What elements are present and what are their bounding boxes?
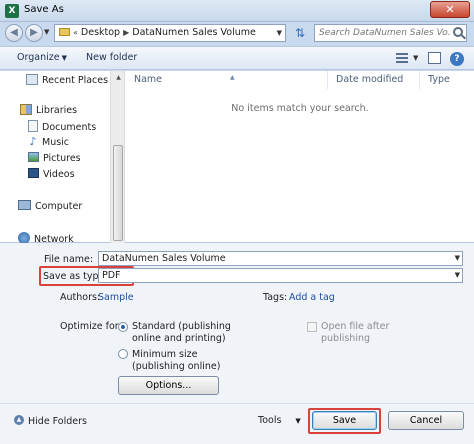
- crumb-desktop[interactable]: Desktop: [81, 27, 120, 38]
- command-bar: Organize ▼ New folder ▼ ?: [0, 46, 474, 70]
- nav-network[interactable]: Network: [18, 232, 74, 243]
- minimum-size-radio[interactable]: [118, 349, 128, 359]
- nav-scrollbar[interactable]: ▲: [110, 71, 125, 243]
- open-after-label: Open file after: [321, 321, 390, 332]
- window-title: Save As: [24, 4, 64, 15]
- documents-icon: [28, 120, 38, 132]
- nav-label: Documents: [42, 122, 97, 133]
- refresh-button[interactable]: ⇅: [290, 24, 310, 42]
- nav-label: Pictures: [43, 153, 81, 164]
- music-note-icon: ♪: [29, 135, 37, 148]
- computer-icon: [18, 200, 31, 210]
- address-dropdown-icon[interactable]: ▼: [277, 25, 282, 41]
- optimize-label: Optimize for:: [60, 321, 122, 332]
- nav-label: Videos: [43, 169, 75, 180]
- file-name-label: File name:: [44, 254, 94, 265]
- nav-pictures[interactable]: Pictures: [28, 152, 81, 164]
- nav-recent-places[interactable]: Recent Places: [26, 74, 108, 86]
- help-icon[interactable]: ?: [450, 52, 464, 66]
- chevron-up-icon[interactable]: ▲: [14, 415, 24, 425]
- preview-pane-icon[interactable]: [428, 52, 441, 64]
- forward-button[interactable]: ▶: [25, 24, 43, 42]
- column-header-name[interactable]: Name ▲: [126, 71, 328, 89]
- search-box[interactable]: [314, 24, 467, 42]
- organize-label: Organize: [17, 52, 60, 63]
- address-bar: ◀ ▶ ▼ «Desktop ▶ DataNumen Sales Volume ▼ …: [0, 22, 474, 44]
- chevron-down-icon: ▼: [61, 54, 67, 62]
- nav-documents[interactable]: Documents: [28, 120, 96, 133]
- empty-message: No items match your search.: [231, 103, 369, 114]
- minimum-size-label[interactable]: Minimum size: [132, 349, 197, 360]
- nav-label: Music: [42, 137, 70, 148]
- dialog-footer: ▲ Hide Folders Tools ▼ Save Cancel: [0, 403, 474, 444]
- nav-label: Computer: [35, 201, 83, 212]
- nav-libraries[interactable]: Libraries: [20, 104, 77, 116]
- add-tag-link[interactable]: Add a tag: [289, 292, 335, 303]
- tools-label: Tools: [258, 415, 282, 426]
- minimum-size-label-line2[interactable]: (publishing online): [132, 361, 220, 372]
- back-button[interactable]: ◀: [5, 24, 23, 42]
- file-list: Name ▲ Date modified Type No items match …: [126, 71, 474, 243]
- new-folder-button[interactable]: New folder: [86, 52, 137, 63]
- column-label: Name: [134, 74, 163, 85]
- nav-label: Network: [34, 234, 74, 243]
- tools-menu[interactable]: Tools ▼: [258, 415, 301, 426]
- breadcrumb[interactable]: «Desktop ▶ DataNumen Sales Volume ▼: [54, 24, 286, 42]
- excel-icon: X: [5, 4, 19, 18]
- save-type-value: PDF: [102, 270, 121, 281]
- file-name-input[interactable]: DataNumen Sales Volume ▼: [98, 251, 463, 266]
- search-input[interactable]: [315, 25, 451, 41]
- crumb-arrow-icon[interactable]: ▶: [123, 28, 129, 37]
- crumb-current-folder[interactable]: DataNumen Sales Volume: [132, 27, 256, 38]
- back-arrow-icon: ◀: [10, 27, 18, 38]
- tags-label: Tags:: [263, 292, 288, 303]
- standard-label[interactable]: Standard (publishing: [132, 321, 231, 332]
- chevron-down-icon[interactable]: ▼: [455, 252, 460, 265]
- hide-folders-button[interactable]: Hide Folders: [28, 416, 87, 427]
- authors-label: Authors:: [60, 292, 101, 303]
- nav-label: Recent Places: [42, 75, 109, 86]
- network-icon: [18, 232, 30, 243]
- nav-music[interactable]: ♪ Music: [28, 135, 70, 149]
- authors-link[interactable]: Sample: [98, 292, 134, 303]
- save-options-panel: File name: DataNumen Sales Volume ▼ Save …: [0, 243, 474, 403]
- chevron-down-icon[interactable]: ▼: [455, 269, 460, 282]
- column-header-type[interactable]: Type: [420, 71, 474, 89]
- open-after-label-line2: publishing: [321, 333, 371, 344]
- navigation-pane: Recent Places Libraries Documents ♪ Music…: [0, 71, 110, 243]
- cancel-button[interactable]: Cancel: [388, 411, 464, 430]
- organize-menu[interactable]: Organize ▼: [17, 52, 67, 63]
- overflow-chevron-icon[interactable]: «: [73, 28, 78, 37]
- chevron-down-icon: ▼: [295, 417, 301, 425]
- scroll-up-icon[interactable]: ▲: [111, 71, 126, 85]
- close-button[interactable]: ✕: [430, 1, 470, 18]
- nav-computer[interactable]: Computer: [18, 200, 82, 212]
- options-button[interactable]: Options...: [118, 376, 219, 395]
- save-button[interactable]: Save: [312, 411, 377, 430]
- nav-videos[interactable]: Videos: [28, 168, 75, 180]
- scrollbar-thumb[interactable]: [113, 145, 123, 241]
- file-name-value: DataNumen Sales Volume: [102, 253, 226, 264]
- recent-places-icon: [26, 74, 38, 85]
- column-header-date[interactable]: Date modified: [328, 71, 420, 89]
- recent-locations-dropdown[interactable]: ▼: [44, 28, 49, 36]
- sort-arrow-icon: ▲: [230, 74, 235, 81]
- open-after-checkbox[interactable]: [307, 322, 317, 332]
- videos-icon: [28, 168, 39, 178]
- view-options-icon[interactable]: [396, 53, 408, 63]
- folder-icon: [59, 28, 70, 36]
- pictures-icon: [28, 152, 39, 162]
- search-icon[interactable]: [453, 27, 463, 37]
- libraries-icon: [20, 104, 32, 115]
- refresh-icon: ⇅: [294, 26, 306, 40]
- standard-label-line2[interactable]: online and printing): [132, 333, 226, 344]
- title-bar: X Save As ✕: [0, 0, 474, 22]
- save-type-select[interactable]: PDF ▼: [98, 268, 463, 283]
- forward-arrow-icon: ▶: [30, 27, 38, 38]
- explorer-area: Recent Places Libraries Documents ♪ Music…: [0, 71, 474, 243]
- standard-radio[interactable]: [118, 322, 128, 332]
- view-dropdown-icon[interactable]: ▼: [413, 54, 418, 62]
- nav-label: Libraries: [36, 105, 78, 116]
